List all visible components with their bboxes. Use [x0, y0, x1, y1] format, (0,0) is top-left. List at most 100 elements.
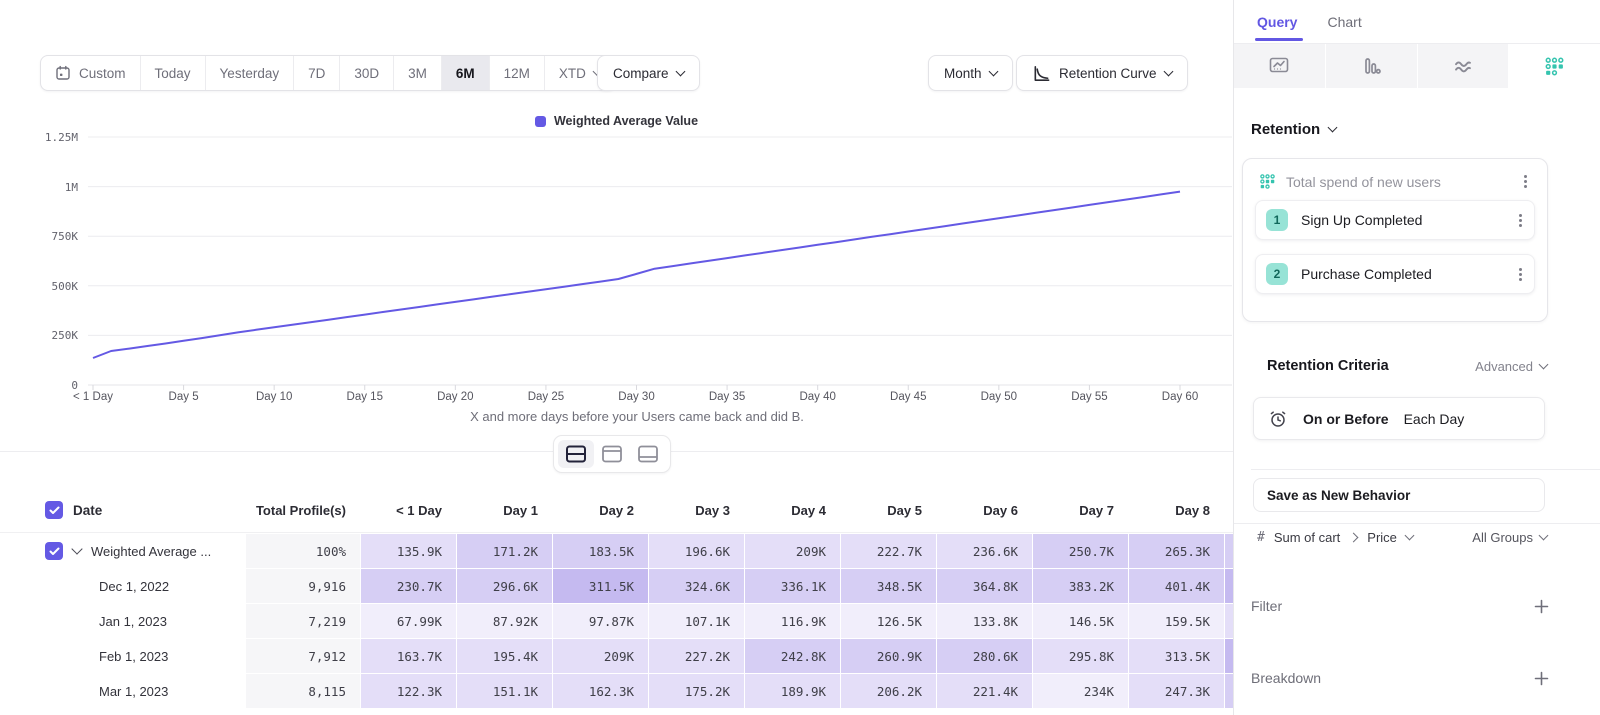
- retention-value-cell[interactable]: 163.7K: [361, 639, 456, 673]
- measurement-property-dropdown[interactable]: # Sum of cart Price: [1257, 530, 1413, 545]
- row-checkbox[interactable]: [45, 542, 63, 560]
- range-button-12m[interactable]: 12M: [490, 56, 545, 90]
- range-label: 3M: [408, 66, 427, 81]
- retention-value-cell[interactable]: 324.6K: [649, 569, 744, 603]
- retention-value-cell[interactable]: 221.4K: [937, 674, 1032, 708]
- retention-value-cell-partial: [1225, 639, 1233, 673]
- criteria-window[interactable]: Each Day: [1404, 411, 1465, 427]
- retention-value-cell[interactable]: 162.3K: [553, 674, 648, 708]
- retention-value-cell[interactable]: 311.5K: [553, 569, 648, 603]
- retention-value-cell[interactable]: 126.5K: [841, 604, 936, 638]
- retention-value-cell[interactable]: 189.9K: [745, 674, 840, 708]
- retention-value-cell[interactable]: 260.9K: [841, 639, 936, 673]
- table-row: Feb 1, 20237,912163.7K195.4K209K227.2K24…: [0, 639, 1233, 673]
- kebab-menu-icon[interactable]: [1524, 180, 1527, 183]
- add-filter-button[interactable]: [1534, 599, 1549, 614]
- retention-value-cell[interactable]: 87.92K: [457, 604, 552, 638]
- retention-value-cell[interactable]: 242.8K: [745, 639, 840, 673]
- tab-chart[interactable]: Chart: [1327, 0, 1361, 43]
- retention-value-cell[interactable]: 336.1K: [745, 569, 840, 603]
- granularity-button[interactable]: Month: [928, 55, 1013, 91]
- retention-value-cell[interactable]: 247.3K: [1129, 674, 1224, 708]
- range-button-7d[interactable]: 7D: [294, 56, 340, 90]
- tab-query[interactable]: Query: [1257, 0, 1297, 43]
- advanced-label: Advanced: [1475, 359, 1533, 374]
- retention-value-cell[interactable]: 230.7K: [361, 569, 456, 603]
- report-tab-insights[interactable]: [1234, 44, 1326, 88]
- x-axis-tick: Day 60: [1135, 391, 1225, 403]
- retention-value-cell[interactable]: 159.5K: [1129, 604, 1224, 638]
- save-as-new-behavior-button[interactable]: Save as New Behavior: [1253, 478, 1545, 512]
- retention-value-cell[interactable]: 313.5K: [1129, 639, 1224, 673]
- retention-value-cell[interactable]: 280.6K: [937, 639, 1032, 673]
- retention-value-cell[interactable]: 234K: [1033, 674, 1128, 708]
- behavior-step[interactable]: 2Purchase Completed: [1255, 254, 1535, 294]
- retention-value-cell[interactable]: 135.9K: [361, 534, 456, 568]
- retention-value-cell[interactable]: 296.6K: [457, 569, 552, 603]
- retention-value-cell[interactable]: 383.2K: [1033, 569, 1128, 603]
- retention-value-cell[interactable]: 295.8K: [1033, 639, 1128, 673]
- retention-value-cell[interactable]: 401.4K: [1129, 569, 1224, 603]
- retention-value-cell[interactable]: 67.99K: [361, 604, 456, 638]
- chart-legend[interactable]: Weighted Average Value: [0, 114, 1233, 128]
- range-button-30d[interactable]: 30D: [340, 56, 394, 90]
- funnel-bars-icon: [1360, 56, 1382, 76]
- behavior-card: Total spend of new users 1Sign Up Comple…: [1242, 158, 1548, 322]
- chart-view-toggle[interactable]: [594, 440, 630, 468]
- retention-value-cell[interactable]: 122.3K: [361, 674, 456, 708]
- behavior-header[interactable]: Total spend of new users: [1243, 159, 1547, 200]
- retention-value-cell[interactable]: 206.2K: [841, 674, 936, 708]
- x-axis-tick: Day 35: [682, 391, 772, 403]
- split-view-toggle[interactable]: [558, 440, 594, 468]
- range-button-custom[interactable]: Custom: [41, 56, 141, 90]
- chart-type-button[interactable]: Retention Curve: [1016, 55, 1188, 91]
- kebab-menu-icon[interactable]: [1519, 273, 1522, 276]
- day-column-header: Day 2: [553, 503, 648, 518]
- expand-chevron-icon[interactable]: [71, 543, 82, 554]
- retention-value-cell[interactable]: 209K: [553, 639, 648, 673]
- report-tab-retention[interactable]: [1509, 44, 1600, 88]
- kebab-menu-icon[interactable]: [1519, 219, 1522, 222]
- range-button-3m[interactable]: 3M: [394, 56, 442, 90]
- range-button-today[interactable]: Today: [141, 56, 206, 90]
- retention-value-cell[interactable]: 227.2K: [649, 639, 744, 673]
- report-tab-funnels[interactable]: [1326, 44, 1418, 88]
- retention-value-cell[interactable]: 236.6K: [937, 534, 1032, 568]
- retention-value-cell[interactable]: 364.8K: [937, 569, 1032, 603]
- retention-section-header[interactable]: Retention: [1251, 121, 1336, 138]
- retention-dots-icon: [1544, 56, 1565, 77]
- retention-value-cell[interactable]: 209K: [745, 534, 840, 568]
- retention-value-cell[interactable]: 133.8K: [937, 604, 1032, 638]
- retention-value-cell-partial: [1225, 674, 1233, 708]
- retention-value-cell[interactable]: 222.7K: [841, 534, 936, 568]
- retention-value-cell[interactable]: 97.87K: [553, 604, 648, 638]
- retention-value-cell[interactable]: 195.4K: [457, 639, 552, 673]
- total-profiles-cell: 8,115: [246, 674, 360, 708]
- criteria-condition-card[interactable]: On or Before Each Day: [1253, 397, 1545, 440]
- retention-value-cell[interactable]: 146.5K: [1033, 604, 1128, 638]
- behavior-step[interactable]: 1Sign Up Completed: [1255, 200, 1535, 240]
- behavior-dots-icon: [1259, 173, 1276, 190]
- retention-value-cell[interactable]: 183.5K: [553, 534, 648, 568]
- row-label-cell: Jan 1, 2023: [0, 604, 246, 638]
- retention-value-cell[interactable]: 151.1K: [457, 674, 552, 708]
- retention-value-cell[interactable]: 116.9K: [745, 604, 840, 638]
- report-tab-flows[interactable]: [1418, 44, 1510, 88]
- all-groups-dropdown[interactable]: All Groups: [1472, 530, 1547, 545]
- retention-value-cell[interactable]: 171.2K: [457, 534, 552, 568]
- compare-button[interactable]: Compare: [597, 55, 700, 91]
- range-button-6m[interactable]: 6M: [442, 56, 490, 90]
- retention-value-cell[interactable]: 196.6K: [649, 534, 744, 568]
- retention-value-cell[interactable]: 348.5K: [841, 569, 936, 603]
- range-button-yesterday[interactable]: Yesterday: [206, 56, 295, 90]
- retention-value-cell[interactable]: 250.7K: [1033, 534, 1128, 568]
- table-view-toggle[interactable]: [630, 440, 666, 468]
- retention-value-cell[interactable]: 265.3K: [1129, 534, 1224, 568]
- select-all-checkbox[interactable]: [45, 501, 63, 519]
- tab-chart-label: Chart: [1327, 14, 1361, 30]
- add-breakdown-button[interactable]: [1534, 671, 1549, 686]
- retention-value-cell[interactable]: 107.1K: [649, 604, 744, 638]
- advanced-dropdown[interactable]: Advanced: [1475, 359, 1547, 374]
- retention-value-cell[interactable]: 175.2K: [649, 674, 744, 708]
- range-label: 30D: [354, 66, 379, 81]
